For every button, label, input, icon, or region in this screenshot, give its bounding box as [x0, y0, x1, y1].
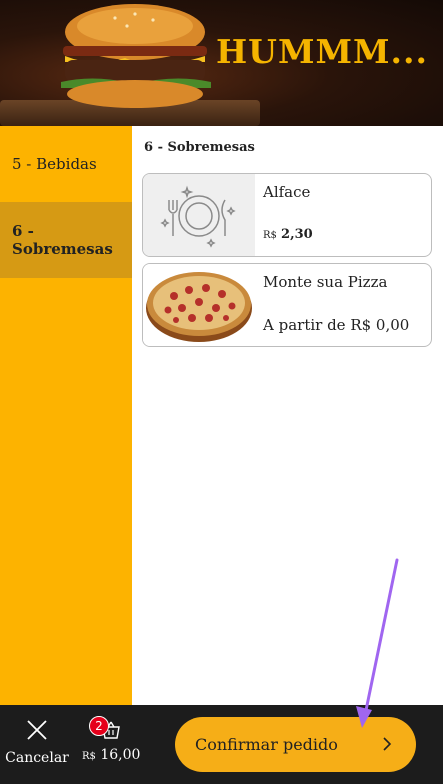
section-title: 6 - Sobremesas [144, 140, 255, 155]
product-price: A partir de R$ 0,00 [263, 316, 410, 334]
currency-label: R$ [263, 230, 277, 241]
product-card-monte-sua-pizza[interactable]: Monte sua Pizza A partir de R$ 0,00 [142, 263, 432, 347]
sidebar-item-label: 6 - Sobremesas [12, 222, 113, 258]
product-price: R$ 2,30 [263, 227, 313, 242]
product-thumbnail [143, 174, 255, 256]
product-card-alface[interactable]: Alface R$ 2,30 [142, 173, 432, 257]
currency-label: R$ [82, 751, 96, 762]
product-list: 6 - Sobremesas Alface R$ 2,30 Monte sua … [132, 126, 443, 705]
product-name: Alface [263, 183, 311, 201]
cart-total: R$ 16,00 [82, 747, 140, 763]
product-thumbnail [143, 264, 255, 346]
confirm-order-button[interactable]: Confirmar pedido [175, 717, 416, 772]
product-name: Monte sua Pizza [263, 273, 388, 291]
sidebar-item-label: 5 - Bebidas [12, 155, 97, 173]
hero-banner: HUMMM... [0, 0, 443, 126]
close-icon [27, 720, 47, 740]
pizza-image [146, 272, 252, 342]
cart-total-value: 16,00 [100, 747, 141, 763]
confirm-order-label: Confirmar pedido [195, 735, 338, 754]
sidebar-item-bebidas[interactable]: 5 - Bebidas [0, 126, 132, 202]
cart-button[interactable]: 2 R$ 16,00 [80, 705, 144, 784]
cart-count-badge: 2 [89, 716, 109, 736]
burger-image [61, 4, 211, 108]
cancel-label: Cancelar [5, 750, 69, 766]
banner-title: HUMMM... [216, 32, 429, 71]
sidebar-item-sobremesas[interactable]: 6 - Sobremesas [0, 202, 132, 278]
plate-cutlery-icon [160, 185, 236, 248]
chevron-right-icon [383, 737, 392, 751]
category-sidebar: 5 - Bebidas 6 - Sobremesas [0, 126, 132, 705]
order-footer: Cancelar 2 R$ 16,00 Confirmar pedido [0, 705, 443, 784]
price-value: 2,30 [281, 227, 313, 242]
cancel-button[interactable]: Cancelar [4, 705, 70, 784]
